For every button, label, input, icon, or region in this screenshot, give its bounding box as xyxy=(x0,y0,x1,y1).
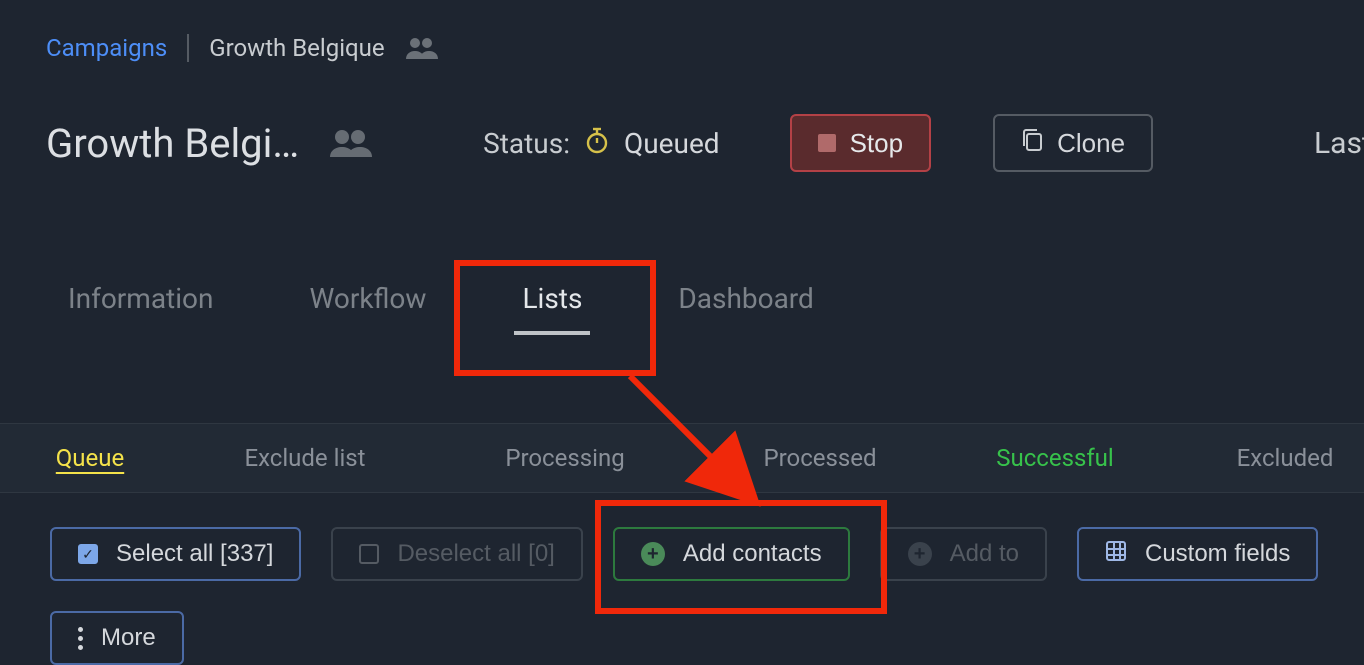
stop-button[interactable]: Stop xyxy=(790,114,932,172)
add-contacts-label: Add contacts xyxy=(683,540,822,568)
people-icon xyxy=(329,129,373,157)
plus-icon: + xyxy=(641,542,665,566)
grid-icon xyxy=(1105,540,1127,569)
status: Status: Queued xyxy=(483,126,719,161)
copy-icon xyxy=(1021,128,1043,159)
stop-button-label: Stop xyxy=(850,128,904,159)
add-to-label: Add to xyxy=(950,540,1019,568)
select-all-button[interactable]: ✓ Select all [337] xyxy=(50,527,301,581)
subtabs: Queue Exclude list Processing Processed … xyxy=(0,423,1364,493)
deselect-all-button[interactable]: Deselect all [0] xyxy=(331,527,582,581)
tab-information[interactable]: Information xyxy=(68,282,213,315)
subtab-successful[interactable]: Successful xyxy=(940,444,1170,472)
plus-icon: + xyxy=(908,542,932,566)
custom-fields-label: Custom fields xyxy=(1145,540,1290,568)
checkbox-empty-icon xyxy=(359,544,379,564)
page-title: Growth Belgi… xyxy=(46,120,299,167)
select-all-label: Select all [337] xyxy=(116,540,273,568)
deselect-all-label: Deselect all [0] xyxy=(397,540,554,568)
subtab-queue[interactable]: Queue xyxy=(0,444,180,472)
tab-dashboard[interactable]: Dashboard xyxy=(678,282,813,315)
tabs: Information Workflow Lists Dashboard xyxy=(0,172,1364,315)
people-icon xyxy=(405,37,439,59)
subtab-exclude-list[interactable]: Exclude list xyxy=(180,444,430,472)
more-label: More xyxy=(101,624,156,652)
clone-button[interactable]: Clone xyxy=(993,114,1153,172)
clone-button-label: Clone xyxy=(1057,128,1125,159)
add-to-button[interactable]: + Add to xyxy=(880,527,1047,581)
subtab-excluded[interactable]: Excluded xyxy=(1170,444,1364,472)
breadcrumb-campaigns-link[interactable]: Campaigns xyxy=(46,34,167,62)
stop-icon xyxy=(818,128,836,159)
status-label: Status: xyxy=(483,127,570,160)
more-icon xyxy=(78,627,83,650)
subtab-processing[interactable]: Processing xyxy=(430,444,700,472)
status-value: Queued xyxy=(624,127,720,160)
last-activity-label: Last xyxy=(1314,126,1364,161)
checkbox-checked-icon: ✓ xyxy=(78,544,98,564)
list-actions: ✓ Select all [337] Deselect all [0] + Ad… xyxy=(0,493,1364,665)
breadcrumb-campaign-name: Growth Belgique xyxy=(209,34,384,62)
timer-icon xyxy=(584,126,610,161)
tab-workflow[interactable]: Workflow xyxy=(309,282,426,315)
breadcrumb: Campaigns Growth Belgique xyxy=(0,0,1364,62)
more-button[interactable]: More xyxy=(50,611,184,665)
custom-fields-button[interactable]: Custom fields xyxy=(1077,527,1318,581)
tab-lists[interactable]: Lists xyxy=(522,282,582,315)
title-row: Growth Belgi… Status: Queued Stop xyxy=(0,62,1364,172)
subtab-processed[interactable]: Processed xyxy=(700,444,940,472)
add-contacts-button[interactable]: + Add contacts xyxy=(613,527,850,581)
breadcrumb-separator xyxy=(187,34,189,62)
